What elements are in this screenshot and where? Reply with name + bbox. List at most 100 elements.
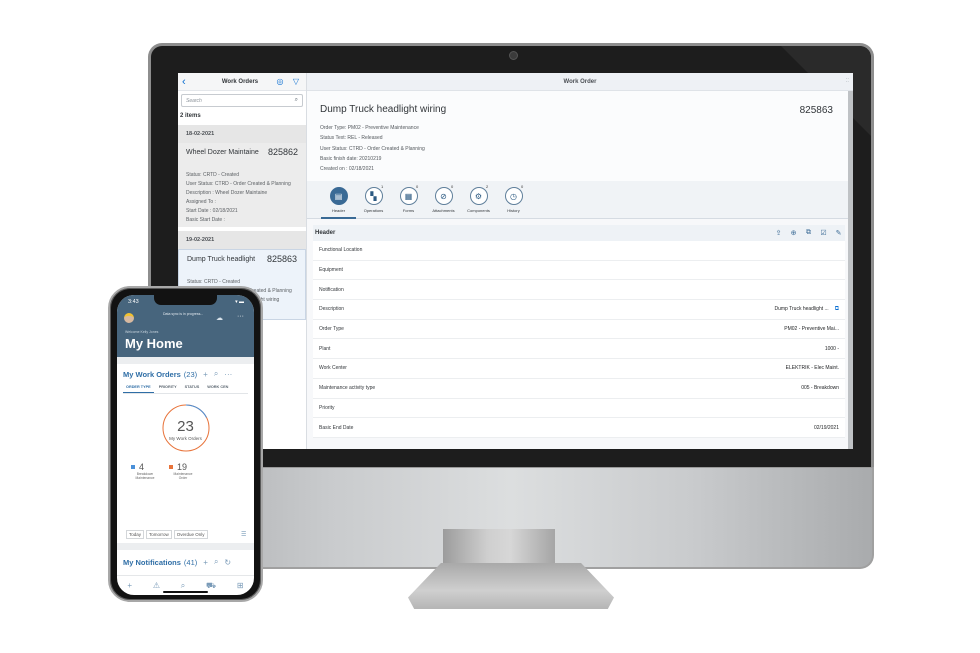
work-orders-card: My Work Orders (23) + ⌕ ··· ORDER TYPE P… bbox=[117, 364, 254, 394]
search-icon[interactable]: ⌕ bbox=[295, 97, 298, 104]
detail-bar-title: Work Order bbox=[563, 78, 597, 85]
tab-label: Forms bbox=[402, 208, 415, 213]
detail-scrollbar[interactable] bbox=[848, 91, 853, 449]
avatar[interactable] bbox=[124, 313, 134, 323]
phone-notch bbox=[154, 295, 217, 305]
add-icon[interactable]: + bbox=[203, 370, 208, 379]
field-label: Priority bbox=[319, 404, 335, 411]
more-icon[interactable]: ··· bbox=[224, 370, 232, 379]
grid-icon[interactable]: ⊞ bbox=[237, 581, 244, 590]
field-value: ELEKTRIK - Elec Maint. bbox=[785, 365, 839, 372]
field-label: Functional Location bbox=[319, 247, 363, 254]
sync-status-text: Data sync is in progress... bbox=[163, 312, 204, 316]
search-input[interactable]: Search ⌕ bbox=[181, 94, 303, 107]
upload-icon[interactable]: ⇪ bbox=[774, 229, 783, 237]
tab-work-center[interactable]: WORK CEN bbox=[204, 385, 231, 393]
vehicle-icon[interactable]: ⛟ bbox=[206, 581, 216, 591]
attribute-order-type: Order Type: PM02 - Preventive Maintenanc… bbox=[320, 125, 419, 131]
legend-value: 19 bbox=[177, 462, 188, 472]
field-label: Work Center bbox=[319, 365, 347, 372]
field-row: Notification bbox=[313, 280, 845, 301]
field-row: Description Dump Truck headlight ... ⧉ bbox=[313, 300, 845, 320]
field-label: Maintenance activity type bbox=[319, 385, 376, 392]
search-icon[interactable]: ⌕ bbox=[214, 557, 218, 567]
warning-icon[interactable]: ⚠ bbox=[153, 581, 160, 590]
tab-header[interactable]: ▤ Header bbox=[321, 181, 356, 219]
camera-icon bbox=[509, 51, 518, 60]
legend-swatch bbox=[131, 465, 135, 469]
search-placeholder: Search bbox=[186, 97, 202, 104]
tab-order-type[interactable]: ORDER TYPE bbox=[123, 385, 154, 393]
attribute-finish-date: Basic finish date: 20210219 bbox=[320, 155, 382, 162]
tab-status[interactable]: STATUS bbox=[182, 385, 203, 393]
notifications-title[interactable]: My Notifications bbox=[123, 558, 181, 567]
divider bbox=[117, 357, 254, 364]
tab-label: Header bbox=[331, 208, 346, 213]
tab-label: History bbox=[507, 208, 520, 213]
location-pin-icon[interactable]: ◎ bbox=[274, 77, 286, 86]
field-label: Order Type bbox=[319, 326, 344, 333]
tab-label: Components bbox=[467, 208, 490, 213]
field-label: Equipment bbox=[319, 267, 343, 274]
monitor-stand-foot bbox=[408, 563, 614, 609]
list-item-line: Start Date : 02/18/2021 bbox=[186, 208, 238, 214]
clock-icon: ◷ bbox=[504, 187, 523, 205]
home-indicator[interactable] bbox=[163, 591, 208, 593]
field-row: Work Center ELEKTRIK - Elec Maint. bbox=[313, 359, 845, 379]
tab-history[interactable]: ◷ 0 History bbox=[496, 181, 531, 218]
filter-overdue[interactable]: Overdue Only bbox=[173, 530, 208, 539]
tab-components[interactable]: ⚙ 2 Components bbox=[461, 181, 496, 218]
fullscreen-grip-icon[interactable]: ⁚⁚ bbox=[846, 78, 849, 84]
search-icon[interactable]: ⌕ bbox=[181, 581, 185, 591]
field-label: Description bbox=[319, 306, 345, 313]
field-row: Basic End Date 02/19/2021 bbox=[313, 418, 845, 438]
field-value: Dump Truck headlight ... bbox=[774, 306, 829, 313]
add-icon[interactable]: + bbox=[127, 581, 132, 590]
list-item-line: Status: CRTD - Created bbox=[186, 172, 239, 178]
add-icon[interactable]: + bbox=[203, 558, 208, 567]
section-toolbar: Header ⇪ ⊕ ⧉ ☑ ✎ bbox=[313, 225, 845, 241]
gears-icon: ⚙ bbox=[469, 187, 488, 205]
legend-value: 4 bbox=[139, 462, 145, 472]
checkbox-icon[interactable]: ☑ bbox=[819, 229, 828, 237]
tab-forms[interactable]: ▦ 0 Forms bbox=[391, 181, 426, 218]
filter-settings-icon[interactable]: ☰ bbox=[241, 531, 246, 538]
filter-today[interactable]: Today bbox=[126, 530, 145, 539]
work-orders-title[interactable]: My Work Orders bbox=[123, 370, 181, 379]
page-title: My Home bbox=[125, 336, 183, 351]
legend-item-maintenance[interactable]: 19 Maintenance Order bbox=[169, 462, 207, 480]
open-link-icon[interactable]: ⧉ bbox=[835, 306, 839, 313]
notifications-count: (41) bbox=[183, 557, 198, 567]
filter-icon[interactable]: ▽ bbox=[290, 77, 302, 86]
tab-count: 2 bbox=[486, 184, 489, 189]
tab-count: 1 bbox=[381, 184, 384, 189]
cloud-icon[interactable]: ☁ bbox=[216, 314, 223, 322]
legend-item-breakdown[interactable]: 4 Breakdown Maintenance bbox=[131, 462, 169, 480]
list-item-number: 825863 bbox=[266, 254, 297, 264]
tab-count: 0 bbox=[521, 184, 524, 189]
field-label: Plant bbox=[319, 345, 331, 352]
icon-tab-bar: ▤ Header ▚ 1 Operations ▦ 0 Forms ⊘ 0 At… bbox=[307, 181, 853, 219]
tab-count: 0 bbox=[451, 184, 454, 189]
search-icon[interactable]: ⌕ bbox=[214, 369, 218, 379]
filter-tomorrow[interactable]: Tomorrow bbox=[146, 530, 172, 539]
add-icon[interactable]: ⊕ bbox=[789, 229, 798, 237]
list-item-title: Wheel Dozer Maintaine bbox=[186, 148, 259, 156]
field-value: 02/19/2021 bbox=[813, 424, 839, 431]
legend-swatch bbox=[169, 465, 173, 469]
tab-attachments[interactable]: ⊘ 0 Attachments bbox=[426, 181, 461, 218]
chevron-left-icon[interactable]: ‹ bbox=[182, 76, 194, 88]
more-icon[interactable]: ··· bbox=[237, 313, 244, 320]
edit-icon[interactable]: ✎ bbox=[834, 229, 843, 237]
tab-priority[interactable]: PRIORITY bbox=[156, 385, 180, 393]
field-row: Order Type PM02 - Preventive Mai... bbox=[313, 320, 845, 340]
work-order-list-item[interactable]: Wheel Dozer Maintaine 825862 Status: CRT… bbox=[178, 143, 306, 227]
copy-icon[interactable]: ⧉ bbox=[804, 229, 813, 237]
operations-icon: ▚ bbox=[364, 187, 383, 205]
attribute-user-status: User Status: CTRD - Order Created & Plan… bbox=[320, 145, 425, 152]
tab-operations[interactable]: ▚ 1 Operations bbox=[356, 181, 391, 218]
refresh-icon[interactable]: ↻ bbox=[224, 558, 231, 567]
field-row: Priority bbox=[313, 399, 845, 419]
work-order-detail-panel: Work Order ⁚⁚ Dump Truck headlight wirin… bbox=[307, 73, 853, 449]
